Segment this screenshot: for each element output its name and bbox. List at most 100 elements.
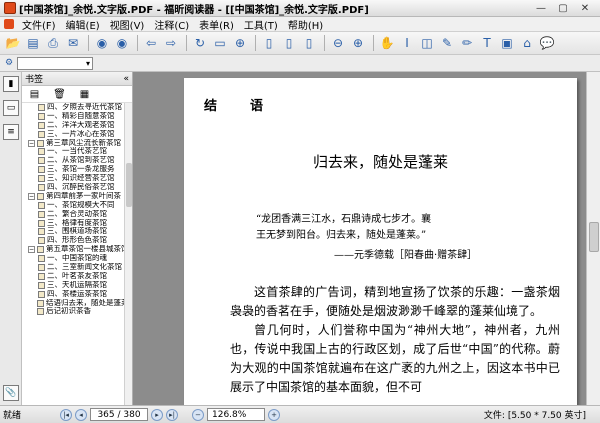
bookmark-icon — [37, 299, 44, 307]
bookmark-item[interactable]: 一、精彩自随意茶馆 — [22, 112, 125, 121]
email-icon[interactable]: ✉ — [64, 34, 82, 52]
bookmark-label: 三、格律有度茶馆 — [47, 218, 107, 227]
open-icon[interactable]: 📂 — [4, 34, 22, 52]
tool-options-icon[interactable]: ⚙ — [3, 57, 15, 69]
bookmark-item[interactable]: 四、夕照去寻近代茶馆 — [22, 103, 125, 112]
highlight-icon[interactable]: ✎ — [438, 34, 456, 52]
main-toolbar: 📂 ▤ ⎙ ✉ ◉ ◉ ⇦ ⇨ ↻ ▭ ⊕ ▯ ▯ ▯ ⊖ ⊕ ✋ I ◫ ✎ … — [0, 32, 600, 55]
zoom-out-status-icon[interactable]: − — [192, 408, 204, 421]
page-number-field[interactable]: 365 / 380 — [90, 408, 148, 421]
typewriter-icon[interactable]: T — [478, 34, 496, 52]
bookmark-icon — [38, 237, 45, 245]
layers-icon[interactable]: ≡ — [3, 124, 19, 140]
minimize-icon[interactable]: — — [532, 2, 550, 15]
fit-page-icon[interactable]: ▭ — [211, 34, 229, 52]
menu-form[interactable]: 表单(R) — [194, 17, 239, 32]
bookmark-item[interactable]: 四、形形色色茶馆 — [22, 236, 125, 245]
rotate-icon[interactable]: ↻ — [191, 34, 209, 52]
menu-edit[interactable]: 编辑(E) — [61, 17, 105, 32]
bookmark-icon — [37, 192, 44, 200]
note-icon[interactable]: ▣ — [498, 34, 516, 52]
document-scroll-thumb[interactable] — [589, 222, 599, 252]
bookmark-item[interactable]: 四、茶楼运茶茶馆 — [22, 290, 125, 299]
expand-bookmark-icon[interactable]: ▤ — [28, 88, 41, 101]
stamp-icon[interactable]: ⌂ — [518, 34, 536, 52]
page-single-icon[interactable]: ▯ — [260, 34, 278, 52]
collapse-toggle-icon[interactable]: − — [28, 139, 35, 147]
bookmark-item[interactable]: 三、天机运隔茶馆 — [22, 281, 125, 290]
collapse-toggle-icon[interactable]: − — [28, 246, 35, 254]
zoom-in-icon[interactable]: ⊕ — [231, 34, 249, 52]
bookmark-label: 三、天机运隔茶馆 — [47, 280, 107, 289]
bookmark-item[interactable]: 二、三室新闻文化茶馆 — [22, 263, 125, 272]
next-view-icon[interactable]: ⇨ — [162, 34, 180, 52]
bookmark-item[interactable]: 一、中国茶馆的魂 — [22, 254, 125, 263]
panel-header: 书签 « — [22, 72, 132, 86]
menu-tools[interactable]: 工具(T) — [239, 17, 283, 32]
bookmark-item[interactable]: 二、从茶馆到茶艺馆 — [22, 156, 125, 165]
attachments-icon[interactable]: 📎 — [3, 385, 19, 401]
document-page[interactable]: 结 语 归去来，随处是蓬莱 “龙团香满三江水，石鼎诗成七步才。襄 王无梦到阳台。… — [184, 78, 577, 405]
bookmark-icon — [38, 201, 45, 209]
page-continuous-icon[interactable]: ▯ — [280, 34, 298, 52]
bookmark-label: 三、茶馆一条龙服务 — [47, 165, 115, 174]
collapse-toggle-icon[interactable]: − — [28, 192, 35, 200]
first-page-icon[interactable]: |◂ — [60, 408, 72, 421]
nav-back-icon[interactable]: ◉ — [93, 34, 111, 52]
pages-icon[interactable]: ▭ — [3, 100, 19, 116]
bookmark-item[interactable]: 三、格律有度茶馆 — [22, 219, 125, 228]
comment-icon[interactable]: 💬 — [538, 34, 556, 52]
prev-view-icon[interactable]: ⇦ — [142, 34, 160, 52]
bookmark-item[interactable]: 一、茶馆规模大不同 — [22, 201, 125, 210]
tree-scroll-thumb[interactable] — [126, 163, 132, 207]
status-bar: 就绪 |◂ ◂ 365 / 380 ▸ ▸| − 126.8% + 文件: [5… — [0, 405, 600, 423]
zoom-field[interactable]: 126.8% — [207, 408, 265, 421]
menu-comment[interactable]: 注释(C) — [149, 17, 194, 32]
bookmark-item[interactable]: − 第四章前茅一家叶间茶 — [22, 192, 125, 201]
bookmark-item[interactable]: − 第五章茶馆一楼县城茶馆 — [22, 245, 125, 254]
bookmark-item[interactable]: 一、一当代茶艺馆 — [22, 147, 125, 156]
new-bookmark-icon[interactable]: ▦ — [78, 88, 91, 101]
bookmark-item[interactable]: 三、知识经营茶艺馆 — [22, 174, 125, 183]
bookmarks-icon[interactable]: ▮ — [3, 76, 19, 92]
bookmark-item[interactable]: 三、茶馆一条龙服务 — [22, 165, 125, 174]
collapse-panel-icon[interactable]: « — [123, 74, 129, 84]
zoom-plus-icon[interactable]: ⊕ — [349, 34, 367, 52]
pencil-icon[interactable]: ✏ — [458, 34, 476, 52]
bookmark-item[interactable]: − 第三章风尘流长新茶馆 — [22, 139, 125, 148]
bookmark-item[interactable]: 二、洋洋大观老茶馆 — [22, 121, 125, 130]
bookmark-item[interactable]: 三、围棋道场茶馆 — [22, 227, 125, 236]
app-icon — [4, 2, 16, 14]
bookmark-item[interactable]: 二、繁合灵动茶馆 — [22, 210, 125, 219]
menu-file[interactable]: 文件(F) — [17, 17, 61, 32]
bookmark-item[interactable]: 后记初识茶香 — [22, 307, 125, 316]
bookmark-item[interactable]: 结语归去来，随处是蓬莱 — [22, 299, 125, 308]
nav-forward-icon[interactable]: ◉ — [113, 34, 131, 52]
menu-view[interactable]: 视图(V) — [105, 17, 150, 32]
last-page-icon[interactable]: ▸| — [166, 408, 178, 421]
save-icon[interactable]: ▤ — [24, 34, 42, 52]
bookmark-tree: 四、夕照去寻近代茶馆 一、精彩自随意茶馆 二、洋洋大观老茶馆 三、一片冰心在茶馆 − 第三… — [22, 103, 125, 405]
zoom-out-icon[interactable]: ⊖ — [329, 34, 347, 52]
bookmark-item[interactable]: 三、一片冰心在茶馆 — [22, 130, 125, 139]
close-icon[interactable]: ✕ — [576, 2, 594, 15]
snapshot-icon[interactable]: ◫ — [418, 34, 436, 52]
print-icon[interactable]: ⎙ — [44, 34, 62, 52]
bookmark-item[interactable]: 四、沉醉民俗茶艺馆 — [22, 183, 125, 192]
tree-scrollbar[interactable] — [124, 103, 132, 405]
menu-bar: 文件(F) 编辑(E) 视图(V) 注释(C) 表单(R) 工具(T) 帮助(H… — [0, 17, 600, 32]
prev-page-icon[interactable]: ◂ — [75, 408, 87, 421]
tool-combo[interactable]: ▾ — [17, 56, 93, 70]
select-icon[interactable]: I — [398, 34, 416, 52]
page-heading: 归去来，随处是蓬莱 — [312, 153, 448, 171]
page-facing-icon[interactable]: ▯ — [300, 34, 318, 52]
bookmark-item[interactable]: 二、叶茗茶友茶馆 — [22, 272, 125, 281]
zoom-in-status-icon[interactable]: + — [268, 408, 280, 421]
document-scrollbar[interactable] — [586, 72, 600, 405]
maximize-icon[interactable]: ▢ — [554, 2, 572, 15]
next-page-icon[interactable]: ▸ — [151, 408, 163, 421]
menu-help[interactable]: 帮助(H) — [283, 17, 328, 32]
hand-tool-icon[interactable]: ✋ — [378, 34, 396, 52]
delete-bookmark-icon[interactable]: 🗑 — [53, 88, 66, 101]
bookmark-label: 三、知识经营茶艺馆 — [47, 174, 115, 183]
